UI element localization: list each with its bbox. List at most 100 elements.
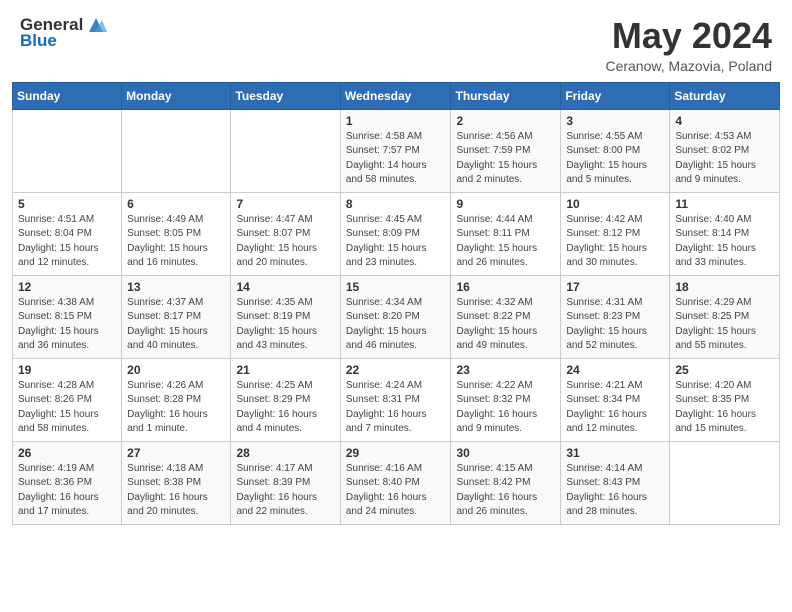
day-header-friday: Friday — [561, 82, 670, 109]
day-number: 23 — [456, 363, 555, 377]
day-cell: 17Sunrise: 4:31 AM Sunset: 8:23 PM Dayli… — [561, 275, 670, 358]
day-info: Sunrise: 4:49 AM Sunset: 8:05 PM Dayligh… — [127, 213, 225, 271]
day-cell: 31 Sunrise: 4:14 AM Sunset: 8:43 PM Dayli… — [561, 441, 670, 524]
day-number: 19 — [18, 363, 116, 377]
day-info: Sunrise: 4:40 AM Sunset: 8:14 PM Dayligh… — [675, 213, 774, 271]
day-cell: 10Sunrise: 4:42 AM Sunset: 8:12 PM Dayli… — [561, 192, 670, 275]
day-info: Sunrise: 4:14 AM Sunset: 8:43 PM Dayligh… — [566, 462, 664, 520]
day-header-tuesday: Tuesday — [231, 82, 340, 109]
title-block: May 2024 Ceranow, Mazovia, Poland — [605, 16, 772, 74]
day-cell: 22Sunrise: 4:24 AM Sunset: 8:31 PM Dayli… — [340, 358, 451, 441]
day-info: Sunrise: 4:32 AM Sunset: 8:22 PM Dayligh… — [456, 296, 555, 354]
day-number: 25 — [675, 363, 774, 377]
day-header-saturday: Saturday — [670, 82, 780, 109]
week-row-2: 5 Sunrise: 4:51 AM Sunset: 8:04 PM Daylig… — [13, 192, 780, 275]
day-cell — [122, 109, 231, 192]
day-header-thursday: Thursday — [451, 82, 561, 109]
day-cell: 15 Sunrise: 4:34 AM Sunset: 8:20 PM Dayli… — [340, 275, 451, 358]
day-info: Sunrise: 4:53 AM Sunset: 8:02 PM Dayligh… — [675, 130, 774, 188]
day-info: Sunrise: 4:16 AM Sunset: 8:40 PM Dayligh… — [346, 462, 446, 520]
day-info: Sunrise: 4:25 AM Sunset: 8:29 PM Dayligh… — [236, 379, 334, 437]
day-cell: 9Sunrise: 4:44 AM Sunset: 8:11 PM Daylig… — [451, 192, 561, 275]
subtitle: Ceranow, Mazovia, Poland — [605, 58, 772, 74]
day-info: Sunrise: 4:56 AM Sunset: 7:59 PM Dayligh… — [456, 130, 555, 188]
day-number: 17 — [566, 280, 664, 294]
day-number: 3 — [566, 114, 664, 128]
logo-blue: Blue — [20, 32, 107, 51]
day-cell: 28 Sunrise: 4:17 AM Sunset: 8:39 PM Dayli… — [231, 441, 340, 524]
day-cell: 2Sunrise: 4:56 AM Sunset: 7:59 PM Daylig… — [451, 109, 561, 192]
day-info: Sunrise: 4:55 AM Sunset: 8:00 PM Dayligh… — [566, 130, 664, 188]
day-cell: 21 Sunrise: 4:25 AM Sunset: 8:29 PM Dayli… — [231, 358, 340, 441]
header: General Blue May 2024 Ceranow, Mazovia, … — [0, 0, 792, 82]
week-row-4: 19 Sunrise: 4:28 AM Sunset: 8:26 PM Dayli… — [13, 358, 780, 441]
day-cell: 3 Sunrise: 4:55 AM Sunset: 8:00 PM Daylig… — [561, 109, 670, 192]
day-info: Sunrise: 4:22 AM Sunset: 8:32 PM Dayligh… — [456, 379, 555, 437]
calendar-container: SundayMondayTuesdayWednesdayThursdayFrid… — [0, 82, 792, 537]
day-info: Sunrise: 4:44 AM Sunset: 8:11 PM Dayligh… — [456, 213, 555, 271]
day-info: Sunrise: 4:47 AM Sunset: 8:07 PM Dayligh… — [236, 213, 334, 271]
day-info: Sunrise: 4:29 AM Sunset: 8:25 PM Dayligh… — [675, 296, 774, 354]
day-cell: 8 Sunrise: 4:45 AM Sunset: 8:09 PM Daylig… — [340, 192, 451, 275]
day-cell: 27Sunrise: 4:18 AM Sunset: 8:38 PM Dayli… — [122, 441, 231, 524]
day-number: 21 — [236, 363, 334, 377]
day-info: Sunrise: 4:45 AM Sunset: 8:09 PM Dayligh… — [346, 213, 446, 271]
day-header-sunday: Sunday — [13, 82, 122, 109]
day-cell: 26Sunrise: 4:19 AM Sunset: 8:36 PM Dayli… — [13, 441, 122, 524]
day-number: 4 — [675, 114, 774, 128]
day-info: Sunrise: 4:18 AM Sunset: 8:38 PM Dayligh… — [127, 462, 225, 520]
day-number: 16 — [456, 280, 555, 294]
day-info: Sunrise: 4:58 AM Sunset: 7:57 PM Dayligh… — [346, 130, 446, 188]
week-row-1: 1Sunrise: 4:58 AM Sunset: 7:57 PM Daylig… — [13, 109, 780, 192]
day-number: 13 — [127, 280, 225, 294]
page: General Blue May 2024 Ceranow, Mazovia, … — [0, 0, 792, 612]
day-cell: 23 Sunrise: 4:22 AM Sunset: 8:32 PM Dayli… — [451, 358, 561, 441]
day-info: Sunrise: 4:35 AM Sunset: 8:19 PM Dayligh… — [236, 296, 334, 354]
day-cell: 20Sunrise: 4:26 AM Sunset: 8:28 PM Dayli… — [122, 358, 231, 441]
day-info: Sunrise: 4:15 AM Sunset: 8:42 PM Dayligh… — [456, 462, 555, 520]
day-number: 26 — [18, 446, 116, 460]
day-number: 7 — [236, 197, 334, 211]
main-title: May 2024 — [605, 16, 772, 56]
day-info: Sunrise: 4:51 AM Sunset: 8:04 PM Dayligh… — [18, 213, 116, 271]
day-cell: 30Sunrise: 4:15 AM Sunset: 8:42 PM Dayli… — [451, 441, 561, 524]
day-info: Sunrise: 4:34 AM Sunset: 8:20 PM Dayligh… — [346, 296, 446, 354]
day-header-row: SundayMondayTuesdayWednesdayThursdayFrid… — [13, 82, 780, 109]
day-info: Sunrise: 4:28 AM Sunset: 8:26 PM Dayligh… — [18, 379, 116, 437]
day-info: Sunrise: 4:21 AM Sunset: 8:34 PM Dayligh… — [566, 379, 664, 437]
day-cell: 19 Sunrise: 4:28 AM Sunset: 8:26 PM Dayli… — [13, 358, 122, 441]
day-cell: 29 Sunrise: 4:16 AM Sunset: 8:40 PM Dayli… — [340, 441, 451, 524]
day-number: 11 — [675, 197, 774, 211]
week-row-5: 26Sunrise: 4:19 AM Sunset: 8:36 PM Dayli… — [13, 441, 780, 524]
day-cell: 5 Sunrise: 4:51 AM Sunset: 8:04 PM Daylig… — [13, 192, 122, 275]
day-cell: 7 Sunrise: 4:47 AM Sunset: 8:07 PM Daylig… — [231, 192, 340, 275]
day-number: 31 — [566, 446, 664, 460]
day-cell: 6Sunrise: 4:49 AM Sunset: 8:05 PM Daylig… — [122, 192, 231, 275]
day-header-monday: Monday — [122, 82, 231, 109]
day-number: 18 — [675, 280, 774, 294]
day-number: 5 — [18, 197, 116, 211]
day-number: 8 — [346, 197, 446, 211]
day-number: 20 — [127, 363, 225, 377]
day-number: 15 — [346, 280, 446, 294]
day-number: 28 — [236, 446, 334, 460]
day-cell: 24Sunrise: 4:21 AM Sunset: 8:34 PM Dayli… — [561, 358, 670, 441]
day-info: Sunrise: 4:20 AM Sunset: 8:35 PM Dayligh… — [675, 379, 774, 437]
day-cell: 18 Sunrise: 4:29 AM Sunset: 8:25 PM Dayli… — [670, 275, 780, 358]
logo: General Blue — [20, 16, 107, 50]
day-number: 29 — [346, 446, 446, 460]
day-number: 14 — [236, 280, 334, 294]
day-cell: 13 Sunrise: 4:37 AM Sunset: 8:17 PM Dayli… — [122, 275, 231, 358]
week-row-3: 12Sunrise: 4:38 AM Sunset: 8:15 PM Dayli… — [13, 275, 780, 358]
day-cell: 16 Sunrise: 4:32 AM Sunset: 8:22 PM Dayli… — [451, 275, 561, 358]
day-info: Sunrise: 4:42 AM Sunset: 8:12 PM Dayligh… — [566, 213, 664, 271]
day-cell: 25 Sunrise: 4:20 AM Sunset: 8:35 PM Dayli… — [670, 358, 780, 441]
day-info: Sunrise: 4:17 AM Sunset: 8:39 PM Dayligh… — [236, 462, 334, 520]
day-cell — [13, 109, 122, 192]
day-info: Sunrise: 4:24 AM Sunset: 8:31 PM Dayligh… — [346, 379, 446, 437]
day-cell — [231, 109, 340, 192]
day-cell: 14 Sunrise: 4:35 AM Sunset: 8:19 PM Dayli… — [231, 275, 340, 358]
day-info: Sunrise: 4:37 AM Sunset: 8:17 PM Dayligh… — [127, 296, 225, 354]
day-cell: 1Sunrise: 4:58 AM Sunset: 7:57 PM Daylig… — [340, 109, 451, 192]
day-cell: 11 Sunrise: 4:40 AM Sunset: 8:14 PM Dayli… — [670, 192, 780, 275]
